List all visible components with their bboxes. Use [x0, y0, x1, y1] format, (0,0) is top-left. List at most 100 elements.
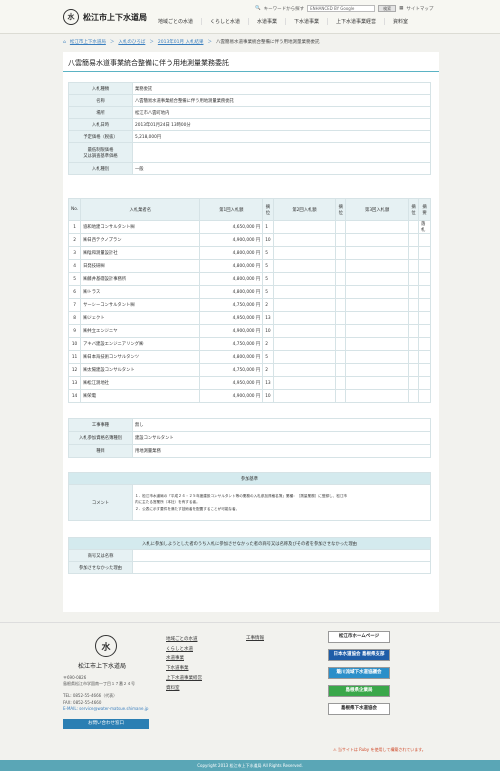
- footer-link[interactable]: 下水道事業: [166, 664, 202, 674]
- footer-note: ⚠ 当サイトは Ruby を使用して構築されています。: [333, 747, 426, 753]
- bid-company: ㈱陰和測量設計社: [80, 246, 201, 260]
- logo-mark: 水: [63, 9, 79, 25]
- bid-note: [417, 337, 432, 351]
- bid-amount-1: 4,800,000 円: [199, 259, 264, 273]
- bid-rank-1: 13: [262, 311, 274, 325]
- breadcrumb: ⌂ 松江市上下水道局 ＞ 入札のひろば ＞ 2013年01月 入札結果 ＞ 八雲…: [63, 39, 319, 46]
- title-divider: [63, 71, 439, 72]
- bid-empty-cell: [272, 363, 337, 377]
- extra-row: 種目 用地測量業務: [68, 444, 431, 458]
- table-row: 3 ㈱陰和測量設計社 4,800,000 円5: [67, 246, 432, 260]
- copyright: Copyright 2013 松江市上下水道局 All Rights Reser…: [0, 760, 500, 771]
- bid-empty-cell: [335, 233, 347, 247]
- breadcrumb-item-results[interactable]: 2013年01月 入札結果: [158, 39, 204, 45]
- main-content: 八雲簡易水道事業統合整備に伴う用地測量業務委託 入札種類 業務委託 名称 八雲簡易水道…: [63, 52, 439, 612]
- footer-link-construction[interactable]: 工事情報: [246, 635, 264, 641]
- bid-note: [417, 363, 432, 377]
- breadcrumb-separator: ＞: [109, 40, 115, 45]
- bid-no: 12: [67, 363, 82, 377]
- extra-label: 入札参加資格名簿種別: [68, 431, 133, 445]
- bid-rank-1: 5: [262, 285, 274, 299]
- breadcrumb-separator: ＞: [207, 40, 212, 45]
- bid-no: 6: [67, 285, 82, 299]
- sitemap-link[interactable]: サイトマップ: [406, 6, 433, 12]
- extra-label: 種目: [68, 444, 133, 458]
- table-row: 12 ㈱太陽建設コンサルタント 4,750,000 円2: [67, 363, 432, 377]
- footer-banner[interactable]: 島根県下水道協会: [328, 703, 390, 715]
- sitemap-icon: ▦: [399, 6, 404, 11]
- search-input[interactable]: ENHANCED BY Google: [307, 5, 376, 12]
- bid-amount-1: 4,950,000 円: [199, 376, 264, 390]
- bid-empty-cell: [407, 285, 419, 299]
- bid-empty-cell: [345, 363, 409, 377]
- footer-link[interactable]: 水道事業: [166, 654, 202, 664]
- bid-rank-1: 13: [262, 376, 274, 390]
- bid-column-header: 第2回入札額: [272, 198, 337, 221]
- info-label: 最低制限価格 又は調査基準価格: [68, 142, 133, 163]
- bid-empty-cell: [407, 389, 419, 403]
- bid-company: サーシーコンサルタント㈱: [80, 298, 201, 312]
- bid-no: 8: [67, 311, 82, 325]
- footer-link[interactable]: 資料室: [166, 684, 202, 694]
- nav-item[interactable]: 地域ごとの水道: [150, 18, 201, 25]
- nonparticipant-reason-label: 参加させなかった理由: [68, 561, 133, 574]
- bid-rank-1: 2: [262, 363, 274, 377]
- bid-amount-1: 4,650,000 円: [199, 220, 264, 234]
- bid-rank-1: 10: [262, 233, 274, 247]
- footer-email[interactable]: E-MAIL: service@water-matsue.shimane.jp: [63, 706, 158, 712]
- table-row: 4 日発技研㈱ 4,800,000 円5: [67, 259, 432, 273]
- footer-banner[interactable]: 松江市ホームページ: [328, 631, 390, 643]
- bid-company: ㈱藤井基礎設計事務所: [80, 272, 201, 286]
- nav-item[interactable]: 水道事業: [247, 18, 285, 25]
- bid-no: 3: [67, 246, 82, 260]
- bid-empty-cell: [335, 363, 347, 377]
- bid-empty-cell: [335, 220, 347, 234]
- bid-empty-cell: [335, 311, 347, 325]
- bid-empty-cell: [407, 298, 419, 312]
- info-row: 名称 八雲簡易水道事業統合整備に伴う用地測量業務委託: [68, 94, 431, 107]
- footer-link[interactable]: くらしと水道: [166, 645, 202, 655]
- footer-banner[interactable]: 簸川流域下水道協議会: [328, 667, 390, 679]
- bid-empty-cell: [345, 337, 409, 351]
- footer-link[interactable]: 上下水道事業経営: [166, 674, 202, 684]
- bid-empty-cell: [407, 337, 419, 351]
- bid-company: ㈱日西テクノプラン: [80, 233, 201, 247]
- contact-button[interactable]: お問い合わせ窓口: [63, 719, 149, 729]
- bid-empty-cell: [407, 363, 419, 377]
- breadcrumb-item-home[interactable]: 松江市上下水道局: [70, 39, 106, 45]
- criteria-label: コメント: [68, 484, 133, 521]
- nav-item[interactable]: 資料室: [384, 18, 416, 25]
- info-value: 業務委託: [132, 82, 431, 95]
- bid-no: 9: [67, 324, 82, 338]
- bid-note: [417, 389, 432, 403]
- nav-item[interactable]: くらしと水道: [200, 18, 248, 25]
- bid-no: 14: [67, 389, 82, 403]
- breadcrumb-item-bid[interactable]: 入札のひろば: [118, 39, 145, 45]
- bid-amount-1: 4,900,000 円: [199, 389, 264, 403]
- bid-empty-cell: [407, 311, 419, 325]
- bid-rank-1: 2: [262, 337, 274, 351]
- bid-empty-cell: [335, 272, 347, 286]
- bid-company: 日発技研㈱: [80, 259, 201, 273]
- nav-item[interactable]: 下水道事業: [284, 18, 327, 25]
- bid-company: ㈱トラス: [80, 285, 201, 299]
- bid-rank-1: 1: [262, 220, 274, 234]
- bid-note: [417, 259, 432, 273]
- bid-empty-cell: [272, 246, 337, 260]
- footer-banner[interactable]: 島根県企業局: [328, 685, 390, 697]
- footer-banner[interactable]: 日本水道協会 島根県支部: [328, 649, 390, 661]
- site-logo[interactable]: 水 松江市上下水道局: [63, 9, 147, 25]
- nav-item[interactable]: 上下水道事業経営: [327, 18, 384, 25]
- bid-note: [417, 376, 432, 390]
- bid-empty-cell: [407, 246, 419, 260]
- criteria-line: ２．公表に示す要件を満たす技術者を配置することが可能な者。: [135, 506, 240, 511]
- info-row: 入札種類 業務委託: [68, 82, 431, 95]
- extra-value: 無し: [132, 418, 431, 432]
- bid-company: ㈱荣電: [80, 389, 201, 403]
- bid-empty-cell: [335, 298, 347, 312]
- footer-link[interactable]: 地域ごとの水道: [166, 635, 202, 645]
- info-value: 2013年01月24日 13時00分: [132, 118, 431, 131]
- search-button[interactable]: 検索: [378, 5, 397, 12]
- global-nav: 地域ごとの水道 くらしと水道 水道事業 下水道事業 上下水道事業経営 資料室: [150, 18, 416, 25]
- table-row: 11 ㈱日本海技術コンサルタンツ 4,800,000 円5: [67, 350, 432, 364]
